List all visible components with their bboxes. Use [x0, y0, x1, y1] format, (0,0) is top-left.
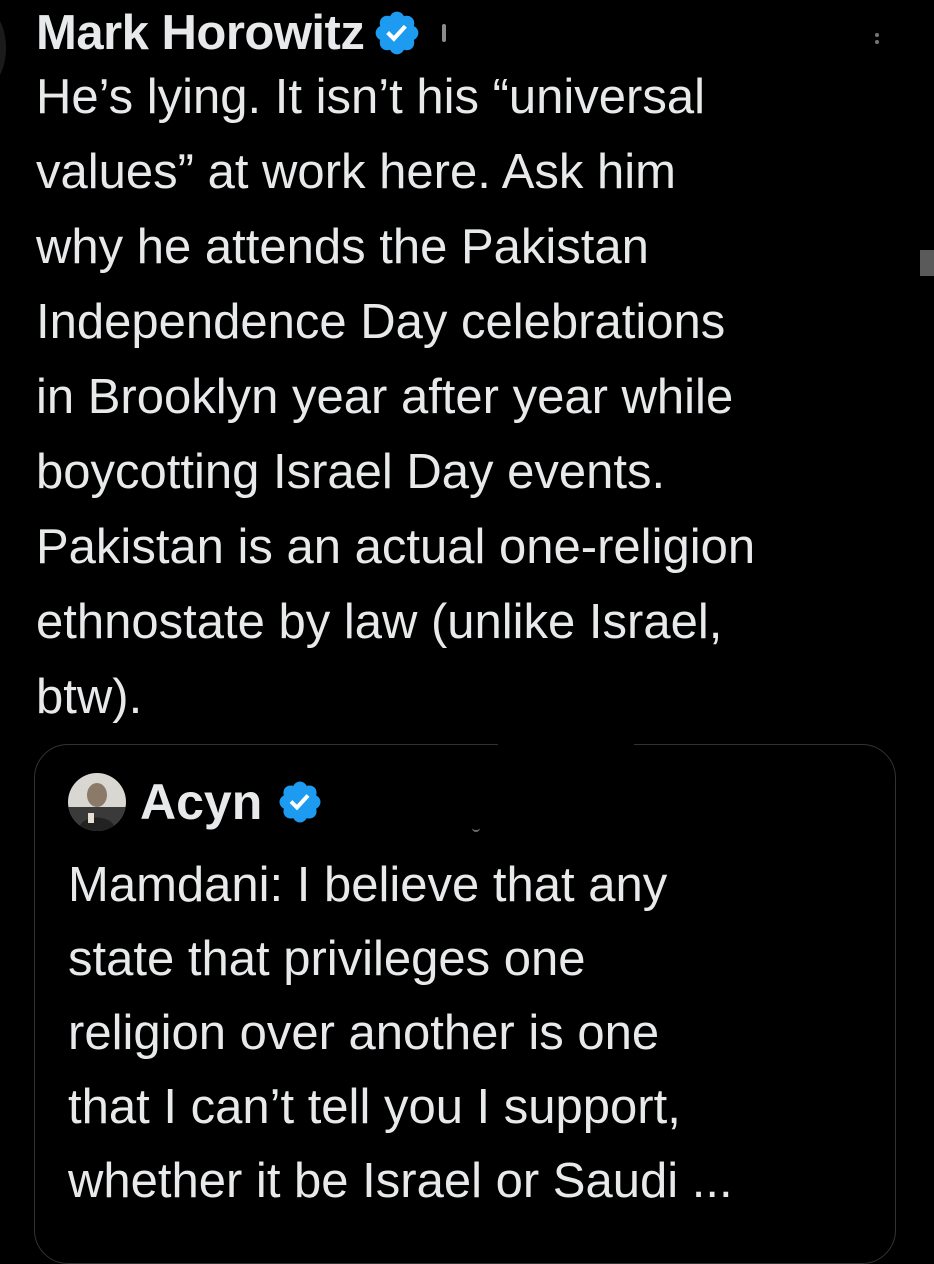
quote-border-gap [498, 738, 634, 752]
quoted-tweet-header: Acyn [68, 770, 324, 834]
verified-badge-icon [376, 11, 419, 55]
scrollbar-thumb[interactable] [920, 250, 934, 276]
author-name[interactable]: Mark Horowitz [36, 8, 365, 58]
more-options-icon[interactable] [870, 30, 884, 54]
quoted-author-avatar[interactable] [68, 773, 126, 831]
author-avatar[interactable] [0, 8, 6, 88]
quoted-tweet-text: Mamdani: I believe that any state that p… [68, 858, 733, 1208]
tweet-header: Mark Horowitz [36, 2, 447, 64]
author-handle-fragment [442, 24, 447, 42]
tweet[interactable]: Mark Horowitz He’s lying. It isn’t his “… [0, 0, 934, 1264]
quoted-handle-fragment [472, 824, 480, 832]
avatar-photo-icon [68, 773, 126, 831]
quoted-author-name[interactable]: Acyn [140, 777, 262, 827]
verified-badge-icon [279, 781, 321, 823]
tweet-text: He’s lying. It isn’t his “universal valu… [36, 70, 756, 724]
